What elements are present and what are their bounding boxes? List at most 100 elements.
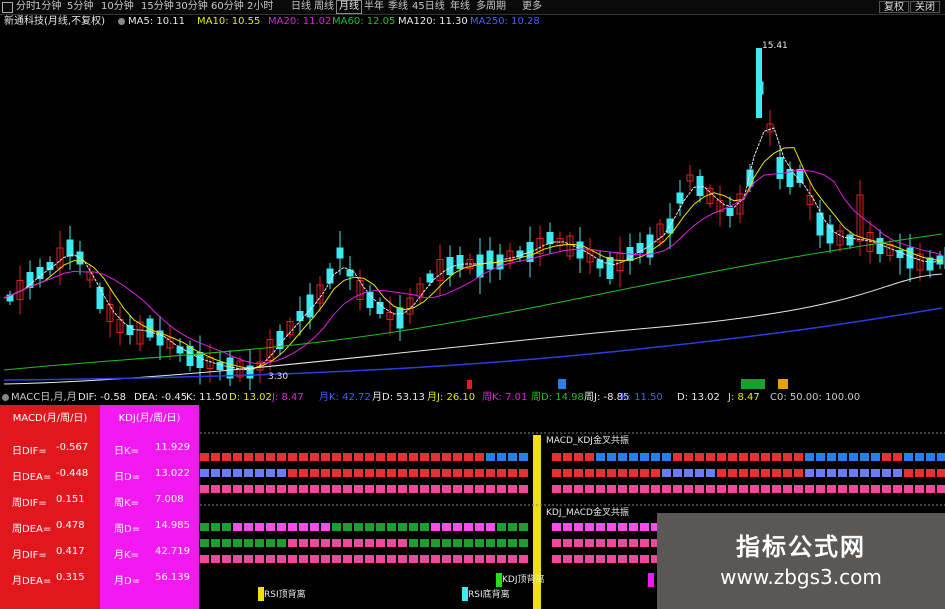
signal-cell [255, 453, 264, 461]
signal-cell [288, 469, 297, 477]
settings-dot-icon[interactable] [2, 394, 9, 401]
signal-cell [475, 469, 484, 477]
signal-cell [299, 469, 308, 477]
signal-cell [321, 555, 330, 563]
ma120-label: MA120: 11.30 [398, 16, 468, 27]
kdj-row-label: 月K= [114, 550, 139, 561]
signal-cell [475, 453, 484, 461]
signal-cell [409, 469, 418, 477]
tag-marker [778, 379, 788, 389]
signal-cell [508, 485, 517, 493]
signal-cell [904, 453, 913, 461]
period-tab[interactable]: 45日线 [410, 1, 447, 13]
signal-cell [585, 523, 594, 531]
signal-cell [354, 453, 363, 461]
signal-cell [277, 469, 286, 477]
signal-cell [266, 485, 275, 493]
signal-cell [728, 469, 737, 477]
kdj-row-label: 日K= [114, 446, 139, 457]
signal-cell [772, 485, 781, 493]
signal-cell [310, 555, 319, 563]
tag-marker [467, 380, 472, 389]
signal-cell [299, 453, 308, 461]
signal-cell [508, 523, 517, 531]
signal-cell [860, 453, 869, 461]
period-tab[interactable]: 更多 [520, 1, 544, 13]
restore-right-button[interactable]: 复权 [879, 1, 909, 13]
signal-cell [244, 453, 253, 461]
close-button[interactable]: 关闭 [910, 1, 940, 13]
signal-cell [365, 523, 374, 531]
signal-cell [244, 539, 253, 547]
signal-cell [519, 555, 528, 563]
chart-type-icon[interactable] [2, 2, 13, 13]
signal-cell [464, 485, 473, 493]
signal-cell [299, 485, 308, 493]
c0-readout: C0: 50.00: 100.00 [770, 392, 861, 403]
macd-row-value: 0.478 [56, 520, 85, 531]
settings-dot-icon[interactable] [118, 18, 125, 25]
kdj-row-label: 周D= [114, 524, 141, 535]
signal-cell [464, 539, 473, 547]
signal-cell [420, 555, 429, 563]
period-tab[interactable]: 日线 [289, 1, 313, 13]
signal-cell [200, 485, 209, 493]
macd-row-value: -0.567 [56, 442, 89, 453]
signal-cell [882, 469, 891, 477]
period-tab[interactable]: 5分钟 [65, 1, 95, 13]
period-tab[interactable]: 季线 [386, 1, 410, 13]
signal-cell [915, 469, 924, 477]
signal-cell [739, 485, 748, 493]
signal-cell [552, 469, 561, 477]
macd-panel-header: MACD(月/周/日) [12, 413, 88, 424]
signal-cell [376, 539, 385, 547]
signal-cell [761, 469, 770, 477]
signal-cell [211, 539, 220, 547]
k2-readout: K: 11.50 [621, 392, 663, 403]
signal-cell [398, 555, 407, 563]
signal-cell [332, 469, 341, 477]
period-tab[interactable]: 1分钟 [33, 1, 63, 13]
signal-cell [387, 523, 396, 531]
signal-cell [519, 485, 528, 493]
signal-cell [398, 539, 407, 547]
ma10-label: MA10: 10.55 [197, 16, 261, 27]
j2-readout: J: 8.47 [728, 392, 760, 403]
signal-cell [420, 539, 429, 547]
signal-cell [288, 555, 297, 563]
period-tab[interactable]: 半年 [362, 1, 386, 13]
period-tab[interactable]: 2小时 [245, 1, 275, 13]
signal-cell [640, 539, 649, 547]
signal-cell [519, 523, 528, 531]
signal-cell [354, 469, 363, 477]
signal-cell [222, 469, 231, 477]
signal-cell [508, 555, 517, 563]
low-price-label: 3.30 [268, 372, 288, 382]
period-tab[interactable]: 10分钟 [99, 1, 136, 13]
watermark: 指标公式网 www.zbgs3.com [657, 513, 945, 609]
signal-cell [937, 453, 945, 461]
period-tab[interactable]: 15分钟 [139, 1, 176, 13]
j-readout: J: 8.47 [272, 392, 304, 403]
signal-cell [904, 469, 913, 477]
candlestick-chart[interactable]: 15.41 3.30 [0, 28, 945, 390]
period-tab[interactable]: 60分钟 [209, 1, 246, 13]
signal-cell [574, 469, 583, 477]
signal-cell [486, 453, 495, 461]
period-tab[interactable]: 月线 [336, 0, 362, 14]
period-tab[interactable]: 多周期 [474, 1, 508, 13]
signal-cell [486, 523, 495, 531]
indicator-readout: MACC日,月,月 DIF: -0.58 DEA: -0.45 K: 11.50… [0, 391, 945, 404]
signal-cell [827, 453, 836, 461]
dea-readout: DEA: -0.45 [134, 392, 188, 403]
period-tab[interactable]: 周线 [312, 1, 336, 13]
signal-cell [233, 523, 242, 531]
signal-cell [464, 555, 473, 563]
signal-cell [684, 453, 693, 461]
period-tab[interactable]: 30分钟 [173, 1, 210, 13]
signal-cell [871, 453, 880, 461]
watermark-url: www.zbgs3.com [720, 565, 882, 589]
signal-cell [475, 523, 484, 531]
signal-cell [783, 485, 792, 493]
period-tab[interactable]: 年线 [448, 1, 472, 13]
